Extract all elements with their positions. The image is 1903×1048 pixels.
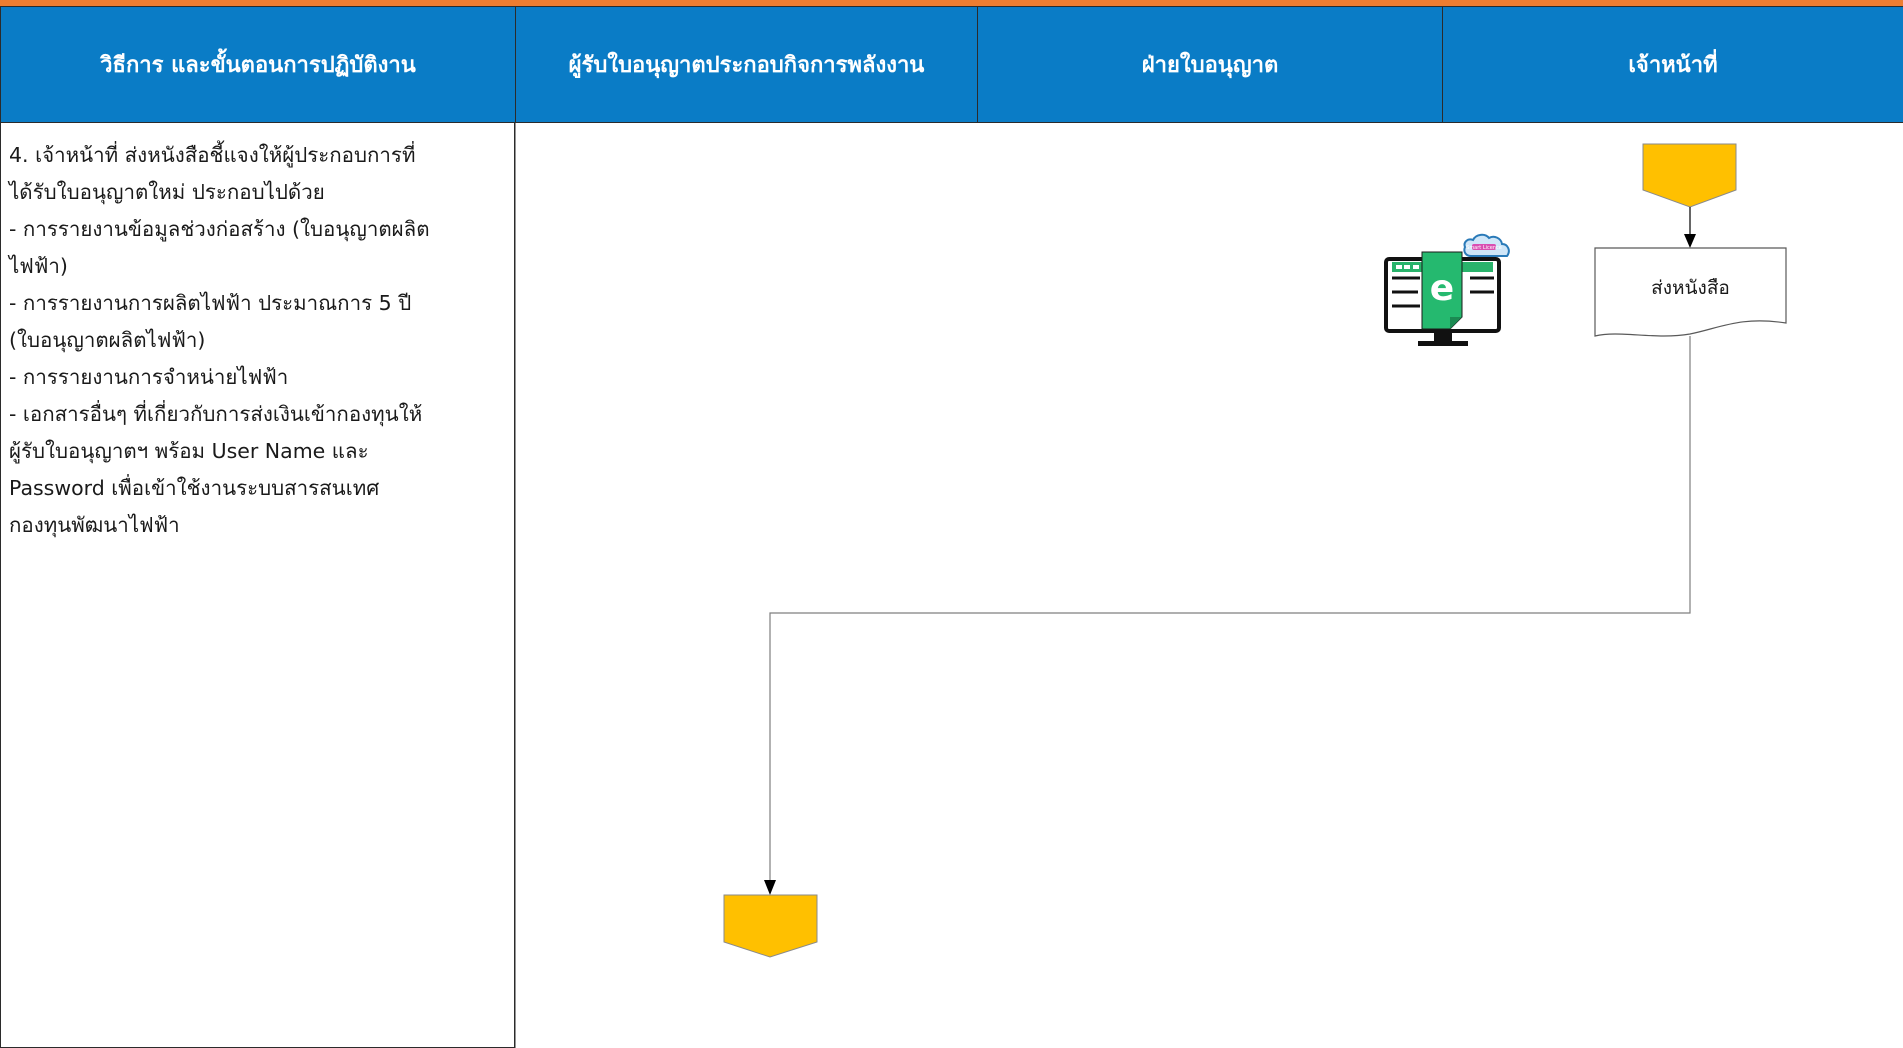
description-line: - การรายงานข้อมูลช่วงก่อสร้าง (ใบอนุญาตผ… [9,217,430,241]
description-line: ผู้รับใบอนุญาตฯ พร้อม User Name และ [9,439,369,463]
cloud-label: Smart Licence [1466,245,1502,251]
description-line: - การรายงานการจำหน่ายไฟฟ้า [9,365,289,389]
arrowhead-2 [764,880,776,895]
flow-connector-line [769,336,1691,882]
e-document-monitor-icon: Smart Licence e [1384,233,1510,346]
table-header: วิธีการ และขั้นตอนการปฏิบัติงาน ผู้รับใบ… [0,6,1903,123]
header-officer: เจ้าหน้าที่ [1442,7,1903,122]
header-license-division: ฝ่ายใบอนุญาต [977,7,1442,122]
header-licensee: ผู้รับใบอนุญาตประกอบกิจการพลังงาน [515,7,977,122]
description-line: - เอกสารอื่นๆ ที่เกี่ยวกับการส่งเงินเข้า… [9,402,423,426]
offpage-connector-bottom [723,894,818,958]
header-procedure: วิธีการ และขั้นตอนการปฏิบัติงาน [0,7,515,122]
description-line: - การรายงานการผลิตไฟฟ้า ประมาณการ 5 ปี [9,291,412,315]
document-label: ส่งหนังสือ [1651,277,1730,299]
swimlane-flowchart: วิธีการ และขั้นตอนการปฏิบัติงาน ผู้รับใบ… [0,0,1903,1048]
description-line: ได้รับใบอนุญาตใหม่ ประกอบไปด้วย [9,180,325,204]
monitor-letter: e [1430,268,1454,309]
procedure-description: 4. เจ้าหน้าที่ ส่งหนังสือชี้แจงให้ผู้ประ… [0,123,515,1048]
description-line: Password เพื่อเข้าใช้งานระบบสารสนเทศ [9,476,380,500]
arrowhead-1 [1684,234,1696,248]
description-line: ไฟฟ้า) [9,254,68,278]
offpage-connector-top [1642,143,1737,208]
description-line: (ใบอนุญาตผลิตไฟฟ้า) [9,328,206,352]
description-line: กองทุนพัฒนาไฟฟ้า [9,513,180,537]
description-line: 4. เจ้าหน้าที่ ส่งหนังสือชี้แจงให้ผู้ประ… [9,143,416,167]
